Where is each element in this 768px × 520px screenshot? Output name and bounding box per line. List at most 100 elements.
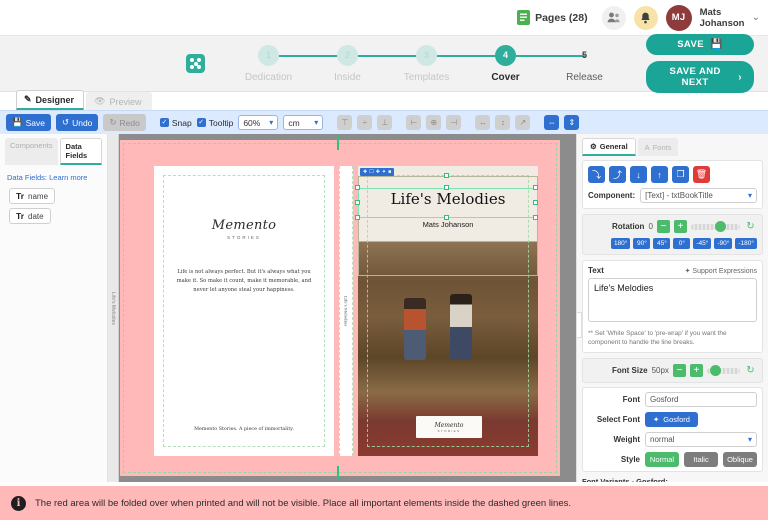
select-font-button[interactable]: ✦ Gosford [645, 412, 698, 427]
resize-handle-bc[interactable] [444, 215, 449, 220]
step-templates[interactable]: 3 Templates [387, 45, 466, 83]
rotation-slider-knob[interactable] [715, 221, 726, 232]
resize-diagonal-icon[interactable]: ↗ [515, 115, 530, 130]
send-backward-button[interactable]: ⤵ [588, 166, 605, 183]
tab-fonts[interactable]: A Fonts [638, 138, 679, 156]
tab-data-fields[interactable]: Data Fields [60, 138, 102, 165]
align-bottom-icon[interactable]: ⊥ [377, 115, 392, 130]
book-spine[interactable]: Life's Melodies [339, 166, 353, 456]
users-icon[interactable] [602, 6, 626, 30]
align-right-icon[interactable]: ⊣ [446, 115, 461, 130]
avatar[interactable]: MJ [666, 5, 692, 31]
selection-toolbar[interactable]: ✚ ☐ ✚ ✦ ■ [360, 168, 394, 176]
duplicate-button[interactable]: ❐ [672, 166, 689, 183]
text-value-input[interactable] [588, 278, 757, 322]
resize-handle-bl[interactable] [355, 215, 360, 220]
resize-handle-tl[interactable] [355, 185, 360, 190]
rotation-preset[interactable]: -45° [693, 238, 711, 249]
bring-forward-button[interactable]: ⤴ [609, 166, 626, 183]
copy-icon[interactable]: ☐ [369, 169, 373, 175]
align-center-horizontal-icon[interactable]: ⊕ [426, 115, 441, 130]
font-size-reset-icon[interactable]: ↻ [744, 364, 757, 377]
font-size-slider[interactable] [707, 368, 740, 374]
unit-select[interactable]: cm ▾ [283, 115, 323, 130]
align-top-icon[interactable]: ⊤ [337, 115, 352, 130]
back-cover-page[interactable]: Memento STORIES Life is not always perfe… [154, 166, 334, 456]
panel-collapse-chevron-right-icon[interactable]: › [576, 312, 582, 338]
delete-button[interactable]: 🗑 [693, 166, 710, 183]
step-release[interactable]: 5 Release [545, 45, 624, 83]
tab-preview[interactable]: 👁 Preview [86, 92, 151, 110]
lock-icon[interactable]: ✚ [376, 169, 380, 175]
style-option-normal[interactable]: Normal [645, 452, 679, 467]
chevron-down-icon[interactable]: ⌄ [752, 12, 760, 23]
align-middle-vertical-icon[interactable]: ÷ [357, 115, 372, 130]
align-left-icon[interactable]: ⊢ [406, 115, 421, 130]
rotation-decrease-button[interactable]: − [657, 220, 670, 233]
support-expressions-link[interactable]: ✦ Support Expressions [685, 267, 757, 275]
rotation-preset[interactable]: 0° [673, 238, 690, 249]
wizard-stepper: 1 Dedication 2 Inside 3 Templates 4 Cove… [0, 36, 768, 92]
toolbar-undo-button[interactable]: ↺ Undo [56, 114, 98, 131]
font-input[interactable]: Gosford [645, 392, 757, 407]
weight-select[interactable]: normal ▾ [645, 432, 757, 447]
rotation-preset[interactable]: 90° [633, 238, 650, 249]
snap-guide-bottom [337, 466, 339, 480]
save-label: SAVE [677, 39, 704, 50]
style-option-italic[interactable]: Italic [684, 452, 718, 467]
tab-preview-label: Preview [110, 97, 142, 107]
font-size-increase-button[interactable]: + [690, 364, 703, 377]
design-canvas[interactable]: Memento STORIES Life is not always perfe… [108, 134, 576, 482]
step-dedication[interactable]: 1 Dedication [229, 45, 308, 83]
component-select-row: Component: [Text] - txtBookTitle ▾ [588, 188, 757, 203]
resize-handle-mr[interactable] [533, 200, 538, 205]
move-down-button[interactable]: ↓ [630, 166, 647, 183]
move-up-button[interactable]: ↑ [651, 166, 668, 183]
book-spread[interactable]: Memento STORIES Life is not always perfe… [120, 140, 560, 476]
tab-components[interactable]: Components [5, 138, 58, 165]
toolbar-save-button[interactable]: 💾 Save [6, 114, 51, 131]
pages-chip[interactable]: Pages (28) [511, 7, 594, 28]
spread-vertical-icon[interactable]: ⇕ [564, 115, 579, 130]
data-field-name[interactable]: Tr name [9, 188, 55, 204]
tab-designer-label: Designer [36, 95, 75, 105]
toolbar-redo-button[interactable]: ↻ Redo [103, 114, 145, 131]
tooltip-checkbox[interactable]: ✓ Tooltip [197, 118, 234, 128]
link-icon[interactable]: ✦ [382, 169, 386, 175]
data-fields-learn-more-link[interactable]: Data Fields: Learn more [7, 173, 100, 182]
font-size-decrease-button[interactable]: − [673, 364, 686, 377]
step-inside[interactable]: 2 Inside [308, 45, 387, 83]
selected-title-component[interactable]: ✚ ☐ ✚ ✦ ■ Life's Melodies Mats Johanson [358, 176, 538, 228]
rotation-preset[interactable]: 45° [653, 238, 670, 249]
move-icon[interactable]: ✚ [363, 169, 367, 175]
distribute-vertical-icon[interactable]: ↕ [495, 115, 510, 130]
resize-handle-tr[interactable] [533, 185, 538, 190]
rotation-increase-button[interactable]: + [674, 220, 687, 233]
resize-handle-ml[interactable] [355, 200, 360, 205]
data-field-date[interactable]: Tr date [9, 208, 51, 224]
resize-handle-top[interactable] [444, 173, 449, 178]
tab-designer[interactable]: ✎ Designer [16, 90, 84, 110]
snap-checkbox[interactable]: ✓ Snap [160, 118, 192, 128]
grid-dots-icon[interactable] [186, 54, 205, 73]
font-size-slider-knob[interactable] [710, 365, 721, 376]
rotation-preset[interactable]: -90° [714, 238, 732, 249]
bell-icon[interactable] [634, 6, 658, 30]
component-select[interactable]: [Text] - txtBookTitle ▾ [640, 188, 757, 203]
distribute-horizontal-icon[interactable]: ↔ [475, 115, 490, 130]
trash-icon[interactable]: ■ [388, 169, 391, 175]
step-cover[interactable]: 4 Cover [466, 45, 545, 83]
unit-value: cm [288, 118, 299, 128]
rotation-slider[interactable] [691, 224, 740, 230]
resize-handle-br[interactable] [533, 215, 538, 220]
rotation-preset[interactable]: 180° [611, 238, 630, 249]
save-and-next-button[interactable]: SAVE AND NEXT › [646, 61, 754, 93]
tab-general[interactable]: ⚙ General [582, 138, 636, 156]
save-button[interactable]: SAVE 💾 [646, 34, 754, 55]
rotation-reset-icon[interactable]: ↻ [744, 220, 757, 233]
zoom-select[interactable]: 60% ▾ [238, 115, 278, 130]
resize-handle-tc[interactable] [444, 185, 449, 190]
spread-horizontal-icon[interactable]: ⇔ [544, 115, 559, 130]
style-option-oblique[interactable]: Oblique [723, 452, 757, 467]
rotation-preset[interactable]: -180° [735, 238, 757, 249]
